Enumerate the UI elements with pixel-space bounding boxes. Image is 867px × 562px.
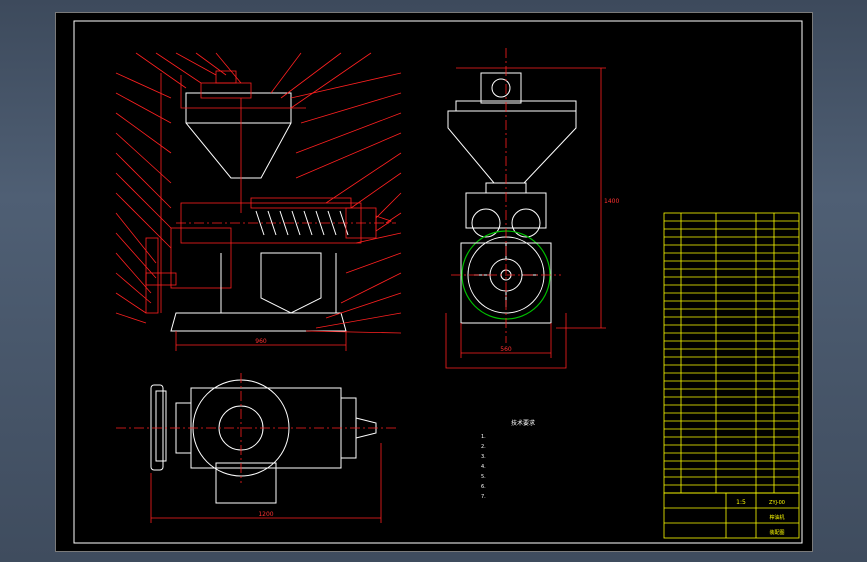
leader-lines [115,52,402,334]
note-line-4: 4. [481,464,486,470]
side-base-dimension: 560 [500,346,512,353]
top-width-dimension: 1200 [258,511,273,518]
title-block-name: 榨油机 [769,514,784,521]
parts-list [663,212,800,494]
assembly-drawing: 960 1400 560 1200 技术要求 1. 2. 3. 4. 5. 6.… [73,20,803,544]
drawing-border [73,20,803,544]
title-block: 1:5 ZYJ-00 榨油机 装配图 [663,492,800,539]
top-view: 1200 [116,373,396,523]
note-line-2: 2. [481,444,486,450]
notes-heading: 技术要求 [511,419,535,427]
note-line-6: 6. [481,484,486,490]
front-view: 960 [115,52,402,351]
note-line-7: 7. [481,494,486,500]
side-height-dimension: 1400 [604,198,619,205]
note-line-3: 3. [481,454,486,460]
title-block-scale: 1:5 [736,499,746,506]
title-block-code: ZYJ-00 [769,500,785,506]
cad-viewport[interactable]: 960 1400 560 1200 技术要求 1. 2. 3. 4. 5. 6.… [55,12,813,552]
technical-notes: 技术要求 1. 2. 3. 4. 5. 6. 7. [481,419,535,500]
front-width-dimension: 960 [255,338,267,345]
title-block-sheet: 装配图 [769,529,784,536]
note-line-5: 5. [481,474,486,480]
side-view: 1400 560 [445,48,619,369]
note-line-1: 1. [481,434,486,440]
